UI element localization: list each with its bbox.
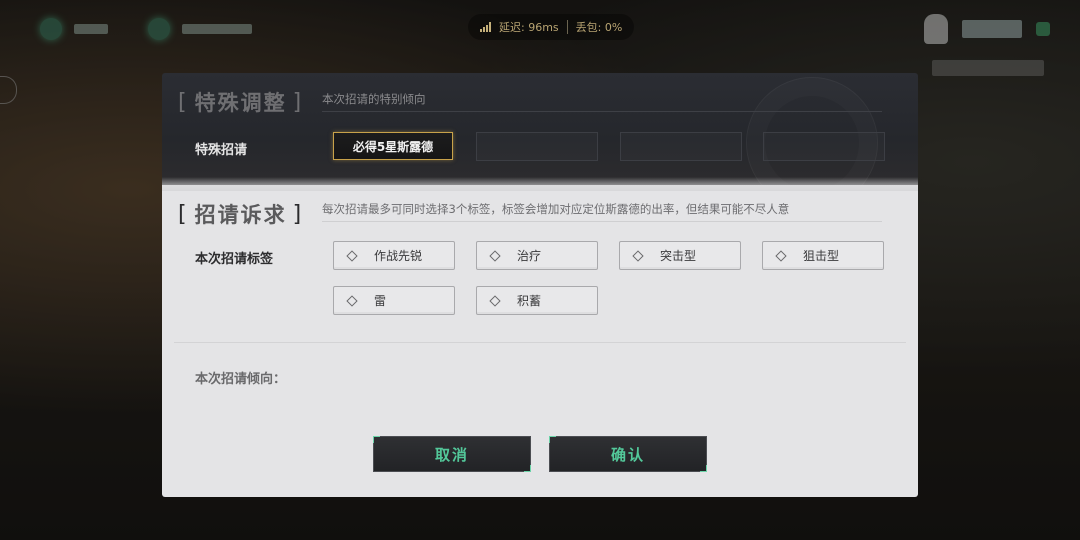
special-row-label: 特殊招请: [195, 143, 248, 158]
demand-section-title: [ 招请诉求 ]: [178, 199, 303, 229]
signal-icon: [480, 22, 491, 32]
background-hud-chip: [148, 18, 252, 40]
demand-section-panel: [162, 185, 918, 497]
hud-dot-icon: [148, 18, 170, 40]
tag-option[interactable]: 治疗: [476, 241, 598, 270]
tag-label: 狙击型: [803, 249, 840, 263]
tag-option[interactable]: 突击型: [619, 241, 741, 270]
network-status: 延迟: 96ms 丢包: 0%: [468, 14, 635, 40]
special-section-description: 本次招请的特别倾向: [322, 92, 426, 106]
demand-title-text: 招请诉求: [194, 203, 287, 227]
packet-loss-text: 丢包: 0%: [575, 21, 623, 34]
currency-icon: [924, 14, 948, 44]
section-rule: [322, 221, 882, 222]
background-hud-sub: [932, 60, 1044, 76]
bracket-right: ]: [292, 89, 304, 115]
tag-option[interactable]: 积蓄: [476, 286, 598, 315]
diamond-icon: [346, 294, 358, 307]
bracket-left: [: [178, 89, 189, 115]
hud-bar: [182, 24, 252, 34]
special-option-empty-slot[interactable]: [476, 132, 598, 161]
background-hud-right: [924, 14, 1050, 44]
bracket-left: [: [178, 201, 189, 227]
diamond-icon: [346, 249, 358, 262]
tag-label: 突击型: [660, 249, 697, 263]
special-section-title: [ 特殊调整 ]: [178, 87, 303, 117]
diamond-icon: [775, 249, 787, 262]
cancel-button[interactable]: 取消: [373, 436, 531, 472]
recruit-dialog: [ 特殊调整 ] 本次招请的特别倾向 特殊招请 必得5星斯露德 [ 招请诉求 ]…: [162, 73, 918, 497]
tag-label: 积蓄: [517, 294, 542, 308]
tag-option[interactable]: 作战先锐: [333, 241, 455, 270]
add-icon: [1036, 22, 1050, 36]
panel-edge: [162, 177, 918, 191]
diamond-icon: [632, 249, 644, 262]
tag-label: 治疗: [517, 249, 542, 263]
tags-row-label: 本次招请标签: [195, 252, 274, 267]
confirm-button[interactable]: 确认: [549, 436, 707, 472]
background-hud-chip: [40, 18, 108, 40]
hud-bar: [74, 24, 108, 34]
special-title-text: 特殊调整: [194, 91, 287, 115]
background-hud-left: [40, 18, 252, 40]
tag-option[interactable]: 狙击型: [762, 241, 884, 270]
special-option-empty-slot[interactable]: [763, 132, 885, 161]
special-option-selected[interactable]: 必得5星斯露德: [333, 132, 453, 160]
diamond-icon: [489, 294, 501, 307]
diamond-icon: [489, 249, 501, 262]
hud-dot-icon: [40, 18, 62, 40]
tendency-label: 本次招请倾向：: [195, 372, 287, 387]
bracket-right: ]: [292, 201, 304, 227]
section-divider: [174, 342, 906, 343]
tag-label: 雷: [374, 294, 387, 308]
tag-label: 作战先锐: [374, 249, 423, 263]
tag-option[interactable]: 雷: [333, 286, 455, 315]
hud-bar: [962, 20, 1022, 38]
demand-section-description: 每次招请最多可同时选择3个标签，标签会增加对应定位斯露德的出率，但结果可能不尽人…: [322, 202, 790, 216]
latency-text: 延迟: 96ms: [499, 21, 559, 34]
status-divider: [566, 20, 568, 34]
section-rule: [322, 111, 882, 112]
special-option-empty-slot[interactable]: [620, 132, 742, 161]
